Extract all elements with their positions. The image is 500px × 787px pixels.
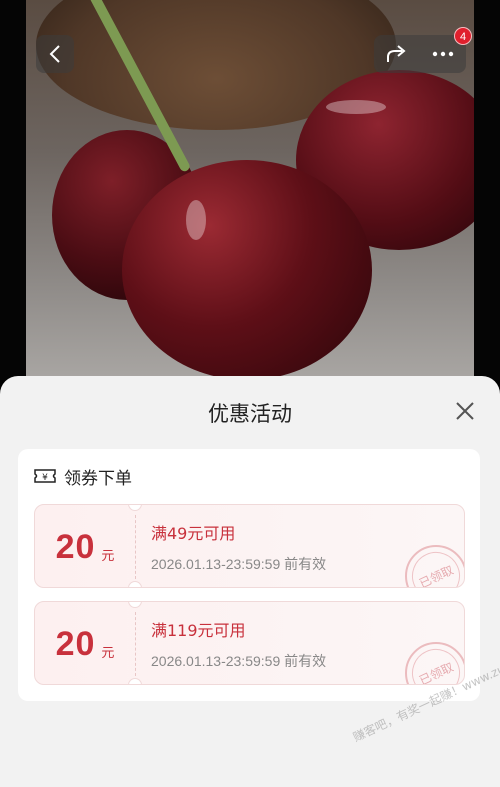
coupon-amount: 20 元 <box>35 602 135 684</box>
coupon-section-header: ¥ 领券下单 <box>34 465 132 489</box>
svg-text:¥: ¥ <box>42 473 48 483</box>
back-button[interactable] <box>36 35 74 73</box>
coupon-expiry: 2026.01.13-23:59:59 前有效 <box>151 556 327 572</box>
coupon-item[interactable]: 20 元 满49元可用 2026.01.13-23:59:59 前有效 已领取 <box>34 504 465 588</box>
close-button[interactable] <box>452 398 478 424</box>
cherry-front <box>122 160 372 380</box>
more-button[interactable]: 4 <box>420 27 472 73</box>
coupon-condition: 满49元可用 <box>151 524 236 543</box>
coupon-notch <box>128 678 142 684</box>
image-border-right <box>474 0 500 380</box>
coupon-expiry: 2026.01.13-23:59:59 前有效 <box>151 653 327 669</box>
image-border-left <box>0 0 26 380</box>
section-label: 领券下单 <box>64 468 132 489</box>
coupon-condition: 满119元可用 <box>151 621 246 640</box>
share-icon <box>387 45 406 62</box>
coupon-divider <box>135 612 136 676</box>
claimed-stamp: 已领取 <box>404 544 464 588</box>
coupon-ticket-icon: ¥ <box>34 469 56 483</box>
coupon-amount-value: 20 <box>55 527 96 566</box>
promotion-sheet: 优惠活动 ¥ 领券下单 20 元 满49元可用 2026.01.13-23:59… <box>0 376 500 787</box>
coupon-amount-value: 20 <box>55 624 96 663</box>
more-dots-icon <box>432 51 454 57</box>
coupon-amount: 20 元 <box>35 505 135 587</box>
claimed-stamp-text: 已领取 <box>416 659 456 685</box>
sheet-title: 优惠活动 <box>208 402 292 426</box>
coupon-amount-unit: 元 <box>101 645 115 661</box>
coupon-notch <box>128 581 142 587</box>
coupon-item[interactable]: 20 元 满119元可用 2026.01.13-23:59:59 前有效 已领取 <box>34 601 465 685</box>
coupon-amount-unit: 元 <box>101 548 115 564</box>
coupon-card: ¥ 领券下单 20 元 满49元可用 2026.01.13-23:59:59 前… <box>18 449 480 701</box>
share-button[interactable] <box>374 35 420 73</box>
close-icon <box>456 402 474 420</box>
cherry-highlight <box>186 200 206 240</box>
coupon-divider <box>135 515 136 579</box>
claimed-stamp: 已领取 <box>404 641 464 685</box>
chevron-left-icon <box>49 45 60 63</box>
notification-badge: 4 <box>454 27 472 45</box>
claimed-stamp-text: 已领取 <box>416 562 456 588</box>
cherry-highlight <box>326 100 386 114</box>
nav-actions: 4 <box>374 27 472 73</box>
